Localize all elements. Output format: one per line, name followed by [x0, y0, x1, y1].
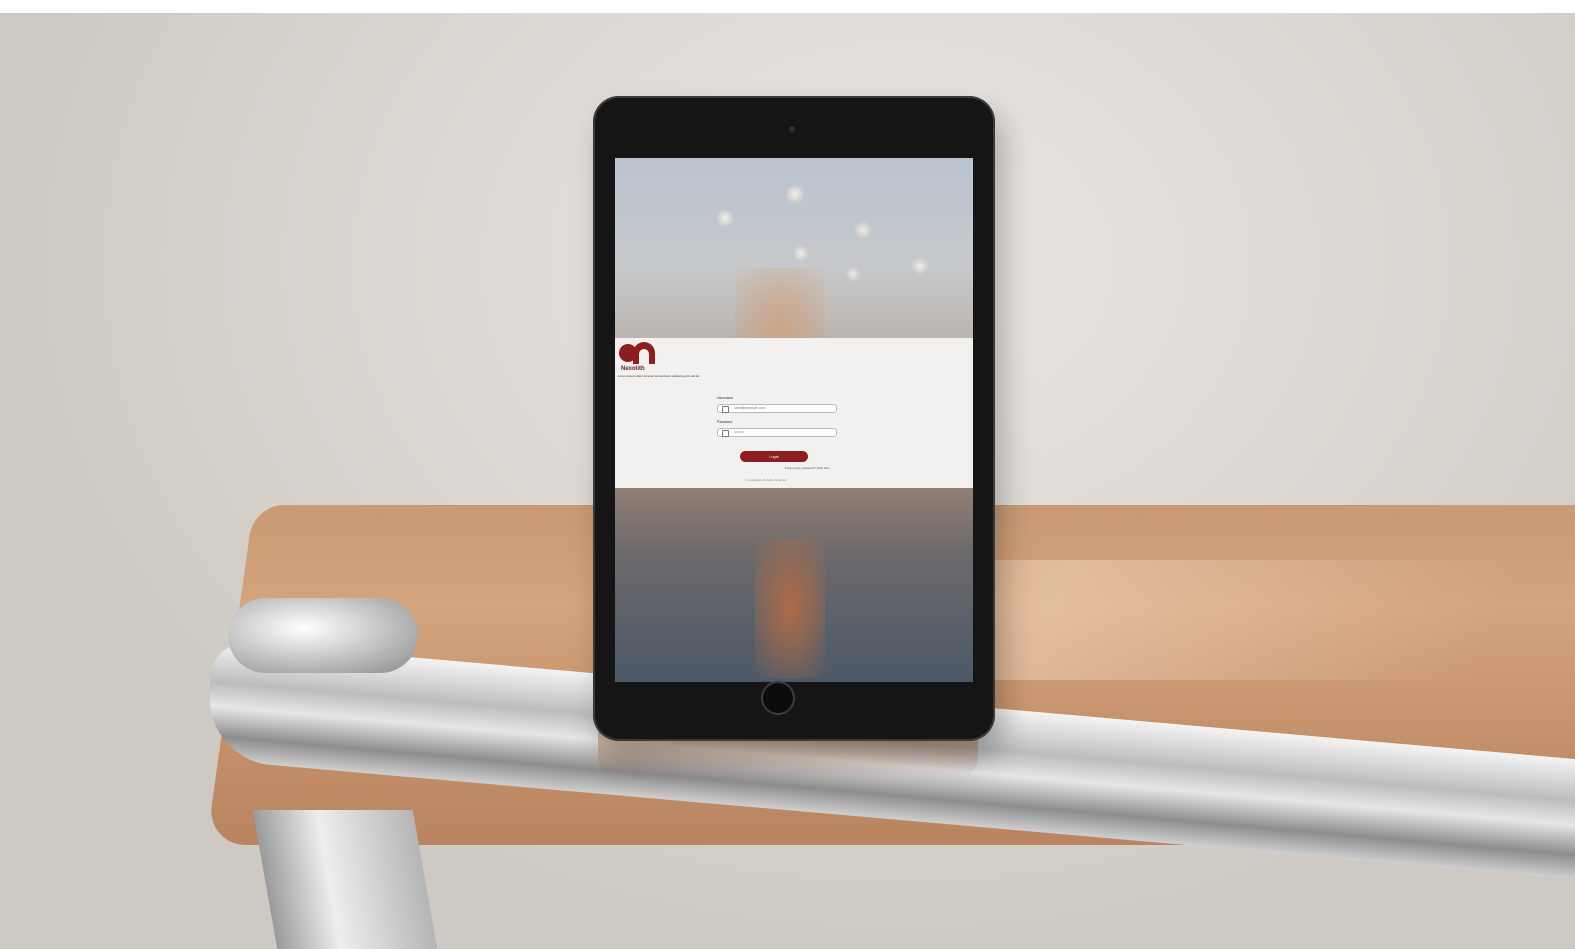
user-icon: [722, 406, 729, 413]
lock-icon: [722, 430, 729, 437]
tablet-screen: Nexolith Lorem ipsum dolor sit amet cons…: [615, 158, 973, 682]
username-label: Username: [717, 396, 734, 400]
brand-tagline: Lorem ipsum dolor sit amet consectetur a…: [618, 374, 700, 378]
desk-chrome-knob: [228, 598, 418, 673]
tablet-device: Nexolith Lorem ipsum dolor sit amet cons…: [593, 96, 995, 741]
home-button[interactable]: [761, 681, 795, 715]
background-bokeh: [755, 538, 825, 678]
top-strip: [0, 0, 1575, 13]
brand-name: Nexolith: [621, 366, 645, 372]
login-panel: Nexolith Lorem ipsum dolor sit amet cons…: [615, 338, 973, 488]
logo-arch: [633, 342, 655, 364]
forgot-password-link[interactable]: Forgot your password? Click here: [785, 466, 830, 470]
desk-leg: [252, 810, 438, 949]
brand-logo-icon: [619, 342, 659, 364]
camera-icon: [789, 126, 795, 132]
username-value: user@example.com: [734, 406, 766, 410]
username-field[interactable]: user@example.com: [717, 404, 837, 413]
password-field[interactable]: ••••••••: [717, 428, 837, 437]
password-label: Password: [717, 420, 733, 424]
footer-text: © Copyright. All rights reserved: [745, 478, 787, 482]
password-value: ••••••••: [734, 430, 744, 434]
login-button[interactable]: Login: [740, 451, 808, 462]
